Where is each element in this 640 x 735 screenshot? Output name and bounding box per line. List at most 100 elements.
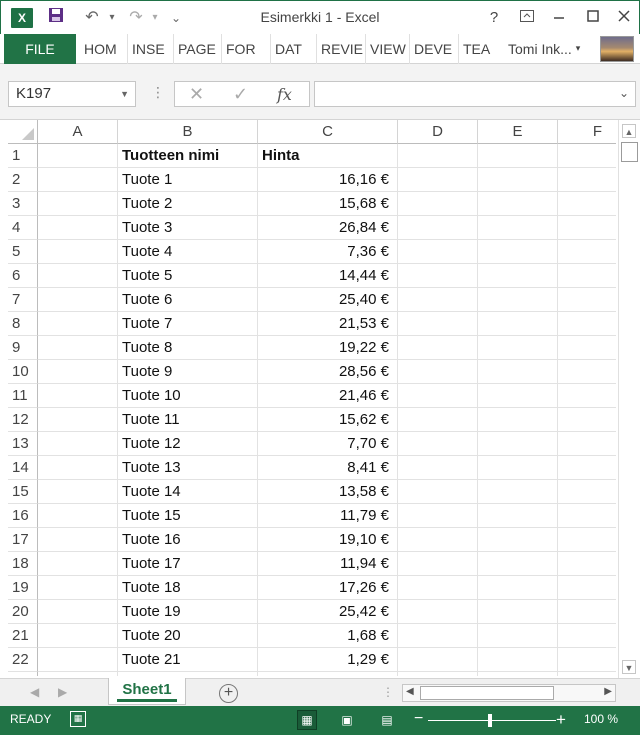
cell-e[interactable] bbox=[478, 168, 558, 192]
horizontal-scrollbar[interactable]: ◀ ▶ bbox=[402, 684, 616, 702]
sheet-prev-icon[interactable]: ◀ bbox=[30, 685, 39, 699]
column-header-c[interactable]: C bbox=[258, 120, 398, 144]
cell-f[interactable] bbox=[558, 216, 616, 240]
price-cell[interactable]: 19,22 € bbox=[258, 336, 398, 360]
cell-f[interactable] bbox=[558, 480, 616, 504]
close-icon[interactable] bbox=[609, 7, 639, 29]
cell-d[interactable] bbox=[398, 384, 478, 408]
row-header[interactable]: 13 bbox=[8, 432, 38, 456]
product-name-cell[interactable]: Tuote 18 bbox=[118, 576, 258, 600]
price-cell[interactable]: 13,58 € bbox=[258, 480, 398, 504]
product-name-cell[interactable]: Tuote 8 bbox=[118, 336, 258, 360]
minimize-icon[interactable] bbox=[544, 7, 574, 29]
zoom-out-button[interactable]: − bbox=[414, 710, 423, 728]
row-header[interactable]: 12 bbox=[8, 408, 38, 432]
cell-d[interactable] bbox=[398, 432, 478, 456]
cell-e[interactable] bbox=[478, 360, 558, 384]
cancel-icon[interactable]: ✕ bbox=[189, 84, 204, 105]
cell-a[interactable] bbox=[38, 648, 118, 672]
avatar[interactable] bbox=[600, 36, 634, 62]
cell-e[interactable] bbox=[478, 672, 558, 676]
cell-d[interactable] bbox=[398, 624, 478, 648]
page-layout-view-icon[interactable]: ▣ bbox=[337, 710, 357, 730]
row-header[interactable]: 1 bbox=[8, 144, 38, 168]
row-header[interactable]: 3 bbox=[8, 192, 38, 216]
cell-a[interactable] bbox=[38, 480, 118, 504]
cell-e[interactable] bbox=[478, 480, 558, 504]
maximize-icon[interactable] bbox=[578, 7, 608, 29]
price-cell[interactable]: 25,40 € bbox=[258, 288, 398, 312]
cell-a[interactable] bbox=[38, 240, 118, 264]
product-name-cell[interactable]: Tuote 15 bbox=[118, 504, 258, 528]
cell-e[interactable] bbox=[478, 552, 558, 576]
column-header-f[interactable]: F bbox=[558, 120, 616, 144]
cell-d[interactable] bbox=[398, 528, 478, 552]
product-name-cell[interactable]: Tuote 16 bbox=[118, 528, 258, 552]
cell-d[interactable] bbox=[398, 240, 478, 264]
user-account[interactable]: Tomi Ink... ▾ bbox=[508, 34, 580, 64]
cell-d[interactable] bbox=[398, 576, 478, 600]
cell-f[interactable] bbox=[558, 360, 616, 384]
cell-f[interactable] bbox=[558, 288, 616, 312]
scroll-right-icon[interactable]: ▶ bbox=[604, 686, 612, 697]
product-name-cell[interactable]: Tuote 19 bbox=[118, 600, 258, 624]
enter-icon[interactable]: ✓ bbox=[233, 84, 248, 105]
zoom-in-button[interactable]: + bbox=[556, 710, 566, 730]
tab-data[interactable]: DAT bbox=[270, 34, 306, 64]
row-header[interactable]: 14 bbox=[8, 456, 38, 480]
price-cell[interactable]: 7,70 € bbox=[258, 432, 398, 456]
column-header-d[interactable]: D bbox=[398, 120, 478, 144]
row-header[interactable]: 19 bbox=[8, 576, 38, 600]
row-header[interactable]: 15 bbox=[8, 480, 38, 504]
price-cell[interactable]: 1,68 € bbox=[258, 624, 398, 648]
cell-a[interactable] bbox=[38, 336, 118, 360]
cell-a[interactable] bbox=[38, 624, 118, 648]
scrollbar-thumb[interactable] bbox=[621, 142, 638, 162]
zoom-slider[interactable] bbox=[428, 720, 556, 721]
row-header[interactable]: 5 bbox=[8, 240, 38, 264]
row-header[interactable]: 6 bbox=[8, 264, 38, 288]
price-cell[interactable]: 28,56 € bbox=[258, 360, 398, 384]
cell-d[interactable] bbox=[398, 144, 478, 168]
scroll-left-icon[interactable]: ◀ bbox=[406, 686, 414, 697]
price-cell[interactable]: 16,16 € bbox=[258, 168, 398, 192]
product-name-cell[interactable]: Tuote 11 bbox=[118, 408, 258, 432]
cell-e[interactable] bbox=[478, 408, 558, 432]
cell-d[interactable] bbox=[398, 408, 478, 432]
cell-d[interactable] bbox=[398, 480, 478, 504]
sheet-next-icon[interactable]: ▶ bbox=[58, 685, 67, 699]
formula-input[interactable]: ⌄ bbox=[314, 81, 636, 107]
cell-e[interactable] bbox=[478, 336, 558, 360]
price-cell[interactable]: 15,62 € bbox=[258, 408, 398, 432]
cell-f[interactable] bbox=[558, 600, 616, 624]
cell-a[interactable] bbox=[38, 384, 118, 408]
cell-d[interactable] bbox=[398, 216, 478, 240]
row-header[interactable]: 10 bbox=[8, 360, 38, 384]
cell-f[interactable] bbox=[558, 384, 616, 408]
product-name-cell[interactable]: Tuote 10 bbox=[118, 384, 258, 408]
tab-insert[interactable]: INSE bbox=[127, 34, 169, 64]
tab-view[interactable]: VIEW bbox=[365, 34, 410, 64]
product-name-cell[interactable]: Tuote 1 bbox=[118, 168, 258, 192]
cell-f[interactable] bbox=[558, 552, 616, 576]
insert-function-icon[interactable]: fx bbox=[277, 85, 292, 104]
product-name-cell[interactable]: Tuote 2 bbox=[118, 192, 258, 216]
price-cell[interactable]: 1,29 € bbox=[258, 648, 398, 672]
row-header[interactable]: 11 bbox=[8, 384, 38, 408]
zoom-slider-thumb[interactable] bbox=[488, 714, 492, 727]
cell-a[interactable] bbox=[38, 312, 118, 336]
cell-f[interactable] bbox=[558, 192, 616, 216]
cell-d[interactable] bbox=[398, 288, 478, 312]
cell-d[interactable] bbox=[398, 360, 478, 384]
row-header[interactable]: 21 bbox=[8, 624, 38, 648]
cell-a[interactable] bbox=[38, 408, 118, 432]
product-name-cell[interactable]: Tuote 17 bbox=[118, 552, 258, 576]
product-name-cell[interactable]: Tuote 14 bbox=[118, 480, 258, 504]
product-name-cell[interactable]: Tuote 6 bbox=[118, 288, 258, 312]
cell-a[interactable] bbox=[38, 288, 118, 312]
column-title-product-name[interactable]: Tuotteen nimi bbox=[118, 144, 258, 168]
product-name-cell[interactable]: Tuote 9 bbox=[118, 360, 258, 384]
cell-e[interactable] bbox=[478, 384, 558, 408]
horizontal-scrollbar-thumb[interactable] bbox=[420, 686, 554, 700]
cell-e[interactable] bbox=[478, 216, 558, 240]
